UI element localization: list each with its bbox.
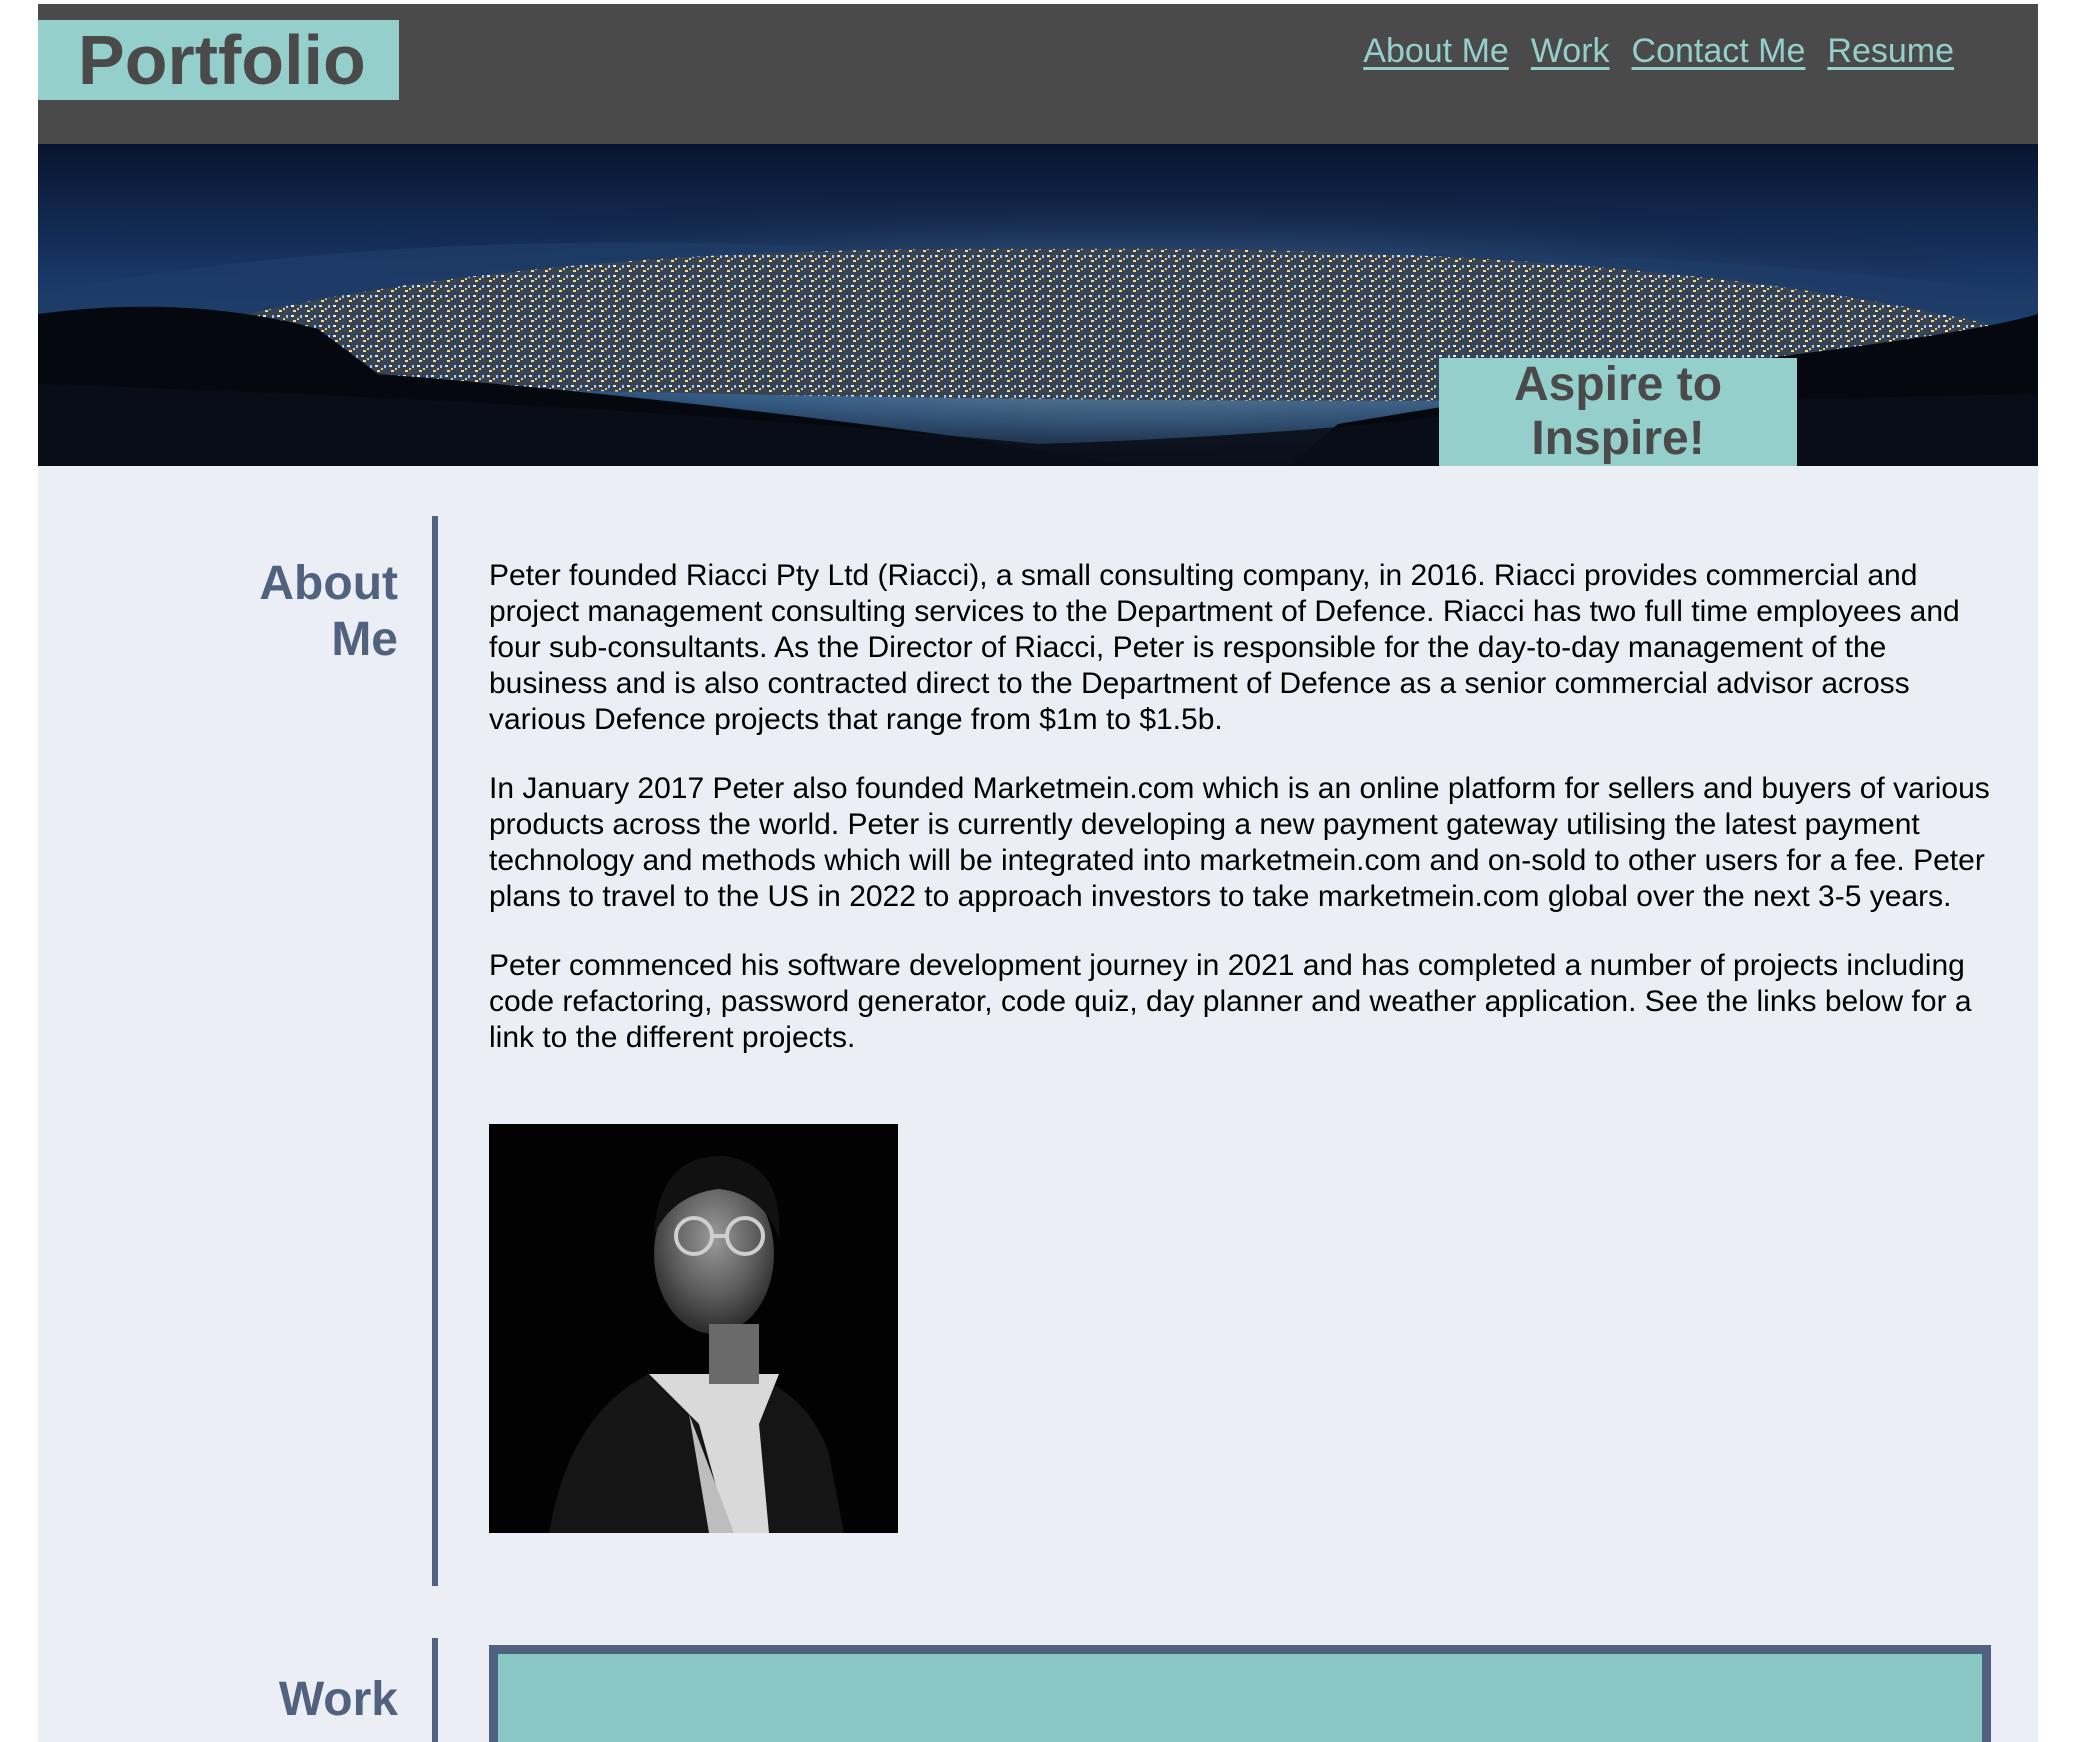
portfolio-page: Portfolio About Me Work Contact Me Resum…: [38, 4, 2038, 1742]
about-paragraph-3: Peter commenced his software development…: [489, 949, 1972, 1054]
hero-tagline-line-2: Inspire!: [1531, 412, 1705, 465]
nav-link-resume[interactable]: Resume: [1827, 32, 1954, 71]
hero-tagline: Aspire to Inspire!: [1439, 358, 1797, 466]
about-heading-line-1: About: [259, 557, 398, 610]
about-heading-line-2: Me: [331, 613, 398, 666]
main-nav: About Me Work Contact Me Resume: [1363, 32, 1954, 71]
nav-link-work[interactable]: Work: [1531, 32, 1610, 71]
profile-photo-image: [489, 1124, 898, 1533]
profile-photo: [489, 1124, 898, 1533]
portfolio-logo[interactable]: Portfolio: [38, 20, 399, 100]
work-section-divider: [432, 1638, 438, 1742]
about-me-heading: About Me: [38, 556, 398, 668]
hero-banner: Aspire to Inspire!: [38, 144, 2038, 466]
nav-link-about-me[interactable]: About Me: [1363, 32, 1509, 71]
work-heading: Work: [278, 1673, 398, 1726]
about-paragraph-2: In January 2017 Peter also founded Marke…: [489, 772, 1990, 913]
work-project-card[interactable]: [489, 1645, 1991, 1742]
hero-tagline-line-1: Aspire to: [1513, 358, 1723, 411]
about-me-content: Peter founded Riacci Pty Ltd (Riacci), a…: [489, 558, 1999, 1089]
work-project-image: [498, 1654, 1982, 1742]
about-paragraph-1: Peter founded Riacci Pty Ltd (Riacci), a…: [489, 559, 1960, 736]
nav-link-contact-me[interactable]: Contact Me: [1632, 32, 1806, 71]
about-section-divider: [432, 516, 438, 1586]
site-header: Portfolio About Me Work Contact Me Resum…: [38, 4, 2038, 144]
